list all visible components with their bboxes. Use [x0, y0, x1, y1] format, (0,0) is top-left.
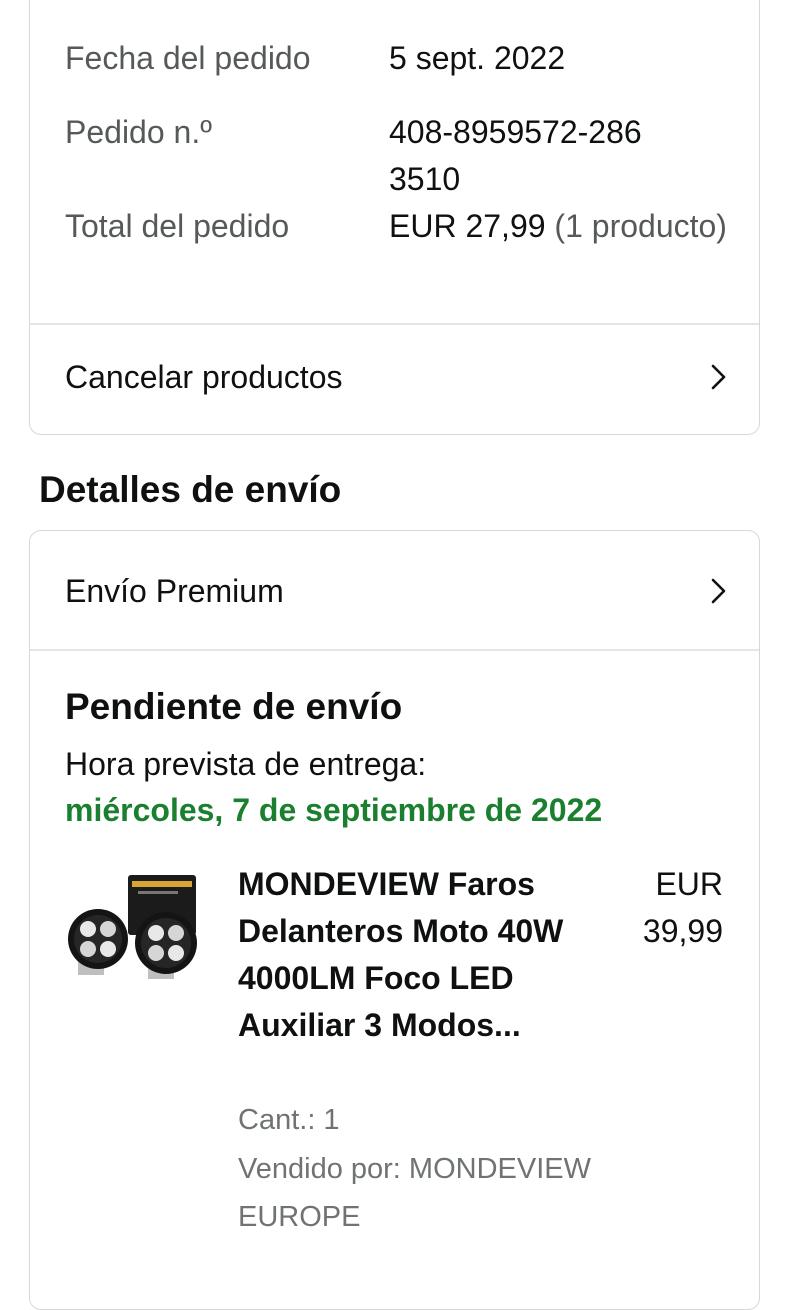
order-total-amount: EUR 27,99: [389, 208, 546, 244]
chevron-right-icon: [711, 578, 726, 604]
product-title-link[interactable]: MONDEVIEW Faros Delanteros Moto 40W 4000…: [238, 861, 598, 1049]
product-price: EUR 39,99: [603, 861, 723, 955]
product-image[interactable]: [68, 871, 204, 989]
cancel-products-label: Cancelar productos: [65, 358, 343, 395]
order-total-count: (1 producto): [554, 208, 727, 244]
order-number-row: Pedido n.º 408-8959572-2863510: [65, 109, 642, 197]
shipment-status-heading: Pendiente de envío: [65, 686, 403, 727]
delivery-estimate-label: Hora prevista de entrega:: [65, 746, 427, 782]
chevron-right-icon: [711, 364, 726, 390]
cancel-products-link[interactable]: Cancelar productos: [30, 325, 759, 429]
shipping-method-link[interactable]: Envío Premium: [30, 539, 759, 643]
order-number-label: Pedido n.º: [65, 114, 212, 150]
lamp-left: [68, 909, 128, 975]
order-total-value: EUR 27,99 (1 producto): [389, 203, 779, 250]
order-date-label: Fecha del pedido: [65, 40, 311, 76]
order-total-row: Total del pedido EUR 27,99 (1 producto): [65, 203, 727, 250]
lamp-right: [135, 912, 197, 979]
delivery-estimate-date: miércoles, 7 de septiembre de 2022: [65, 792, 603, 828]
product-seller: Vendido por: MONDEVIEW EUROPE: [238, 1153, 591, 1233]
shipping-method-label: Envío Premium: [65, 572, 284, 609]
product-quantity: Cant.: 1: [238, 1104, 340, 1136]
order-date-value: 5 sept. 2022: [389, 40, 566, 76]
order-date-row: Fecha del pedido 5 sept. 2022: [65, 35, 565, 82]
price-currency: EUR: [655, 866, 723, 902]
order-total-label: Total del pedido: [65, 208, 290, 244]
price-value: 39,99: [642, 913, 723, 949]
order-number-value: 408-8959572-2863510: [389, 114, 642, 197]
shipping-details-heading: Detalles de envío: [39, 469, 342, 510]
shipping-details-card: Envío Premium Pendiente de envío Hora pr…: [29, 530, 760, 1310]
divider: [30, 649, 759, 651]
order-summary-card: Fecha del pedido 5 sept. 2022 Pedido n.º…: [29, 0, 760, 435]
